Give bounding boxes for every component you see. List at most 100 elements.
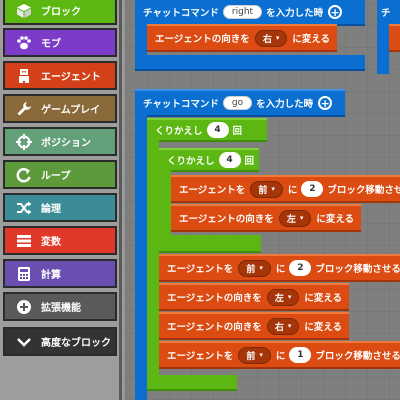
cat-label: モブ xyxy=(41,39,61,50)
repeat-loop-outer[interactable]: くりかえし 4 回 xyxy=(147,118,267,142)
chat-command-event-right[interactable]: チャットコマンド right を入力した時 + xyxy=(135,0,365,26)
caret-down-icon: ▾ xyxy=(259,264,263,272)
cat-logic[interactable]: 論理 xyxy=(3,193,117,222)
direction-dropdown[interactable]: 前 ▾ xyxy=(238,346,271,364)
dropdown-value: 前 xyxy=(258,185,268,196)
loop-count-input[interactable]: 4 xyxy=(218,152,241,168)
cat-label: 計算 xyxy=(41,270,61,281)
block-text: エージェントの向きを xyxy=(155,34,250,45)
steps-input[interactable]: 2 xyxy=(289,260,312,276)
event-suffix: を入力した時 xyxy=(256,99,314,110)
event-prefix: チャットコマンド xyxy=(143,99,219,110)
loop-label: くりかえし xyxy=(155,126,203,137)
direction-dropdown[interactable]: 左 ▾ xyxy=(278,209,312,227)
block-text: に xyxy=(275,264,286,275)
category-toolbox: ブロック モブ エージェント ゲームプレイ ポジション ループ 論理 変数 計算… xyxy=(0,0,122,400)
cat-label: ゲームプレイ xyxy=(41,105,101,116)
cat-label: ループ xyxy=(41,171,71,182)
block-text: ブロック移動させる xyxy=(315,351,400,362)
block-text: エージェントを xyxy=(167,264,234,275)
turn-agent-block[interactable]: エージェントの向きを 左 ▾ に変える xyxy=(171,204,361,232)
cat-label: ブロック xyxy=(41,7,81,18)
add-parameter-icon[interactable]: + xyxy=(328,5,343,19)
command-input[interactable]: go xyxy=(222,96,253,110)
block-text: ブロック移動させる xyxy=(327,185,400,196)
cat-math[interactable]: 計算 xyxy=(3,259,117,288)
turn-agent-block[interactable]: エージェントの向きを 右 ▾ に変える xyxy=(159,312,349,340)
block-text: エージェントを xyxy=(179,185,246,196)
plus-circle-icon xyxy=(15,298,33,316)
block-text: エージェントの向きを xyxy=(167,293,262,304)
cat-mobs[interactable]: モブ xyxy=(3,28,117,57)
cat-variables[interactable]: 変数 xyxy=(3,226,117,255)
move-agent-block[interactable]: エージェントを 前 ▾ に 1 ブロック移動させる xyxy=(159,341,400,369)
dropdown-value: 前 xyxy=(246,264,256,275)
cat-agent[interactable]: エージェント xyxy=(3,61,117,90)
direction-dropdown[interactable]: 前 ▾ xyxy=(250,180,283,198)
event-prefix-clipped: チ xyxy=(381,8,391,19)
caret-down-icon: ▾ xyxy=(275,34,280,42)
crosshair-icon xyxy=(15,133,33,151)
cat-advanced[interactable]: 高度なブロック xyxy=(3,327,117,356)
chevron-down-icon xyxy=(15,333,33,351)
direction-dropdown[interactable]: 左 ▾ xyxy=(266,288,300,306)
caret-down-icon: ▾ xyxy=(271,185,275,193)
block-text: エージェントの向きを xyxy=(167,322,262,333)
dropdown-value: 左 xyxy=(286,214,296,225)
outer-loop-footer xyxy=(147,375,237,391)
agent-icon xyxy=(15,67,33,85)
cat-extensions[interactable]: 拡張機能 xyxy=(3,292,117,321)
cat-gameplay[interactable]: ゲームプレイ xyxy=(3,94,117,123)
cat-label: 論理 xyxy=(41,204,61,215)
steps-input[interactable]: 1 xyxy=(289,347,312,363)
direction-dropdown[interactable]: 右 ▾ xyxy=(266,317,300,335)
clipped-action-block[interactable] xyxy=(389,24,400,52)
block-text: に変える xyxy=(304,293,343,304)
wrench-icon xyxy=(15,100,33,118)
block-text: エージェントの向きを xyxy=(179,214,274,225)
block-text: に xyxy=(275,351,286,362)
add-parameter-icon[interactable]: + xyxy=(318,96,333,110)
cat-loops[interactable]: ループ xyxy=(3,160,117,189)
event-prefix: チャットコマンド xyxy=(143,8,219,19)
loop-arrow-icon xyxy=(15,166,33,184)
move-agent-block[interactable]: エージェントを 前▾ に 2 ブロック移動させる xyxy=(159,254,400,282)
loop-unit: 回 xyxy=(232,126,243,137)
repeat-loop-inner[interactable]: くりかえし 4 回 xyxy=(159,148,259,172)
chat-command-event-clipped[interactable]: チ xyxy=(377,0,400,26)
outer-loop-arm xyxy=(147,140,159,390)
calculator-icon xyxy=(15,265,33,283)
caret-down-icon: ▾ xyxy=(299,214,304,222)
inner-loop-footer xyxy=(159,235,261,253)
event-suffix: を入力した時 xyxy=(266,8,324,19)
event-body-strip xyxy=(377,24,389,74)
cat-blocks[interactable]: ブロック xyxy=(3,0,117,25)
chat-command-event-go[interactable]: チャットコマンド go を入力した時 + xyxy=(135,89,345,117)
block-text: に変える xyxy=(316,214,355,225)
block-text: に変える xyxy=(292,34,331,45)
turn-agent-block[interactable]: エージェントの向きを 右 ▾ に変える xyxy=(147,24,337,52)
shuffle-icon xyxy=(15,199,33,217)
cat-position[interactable]: ポジション xyxy=(3,127,117,156)
cat-label: 拡張機能 xyxy=(41,303,81,314)
list-icon xyxy=(15,232,33,250)
code-workspace[interactable]: チャットコマンド right を入力した時 + エージェントの向きを 右 ▾ に変… xyxy=(125,0,400,400)
event-body-strip xyxy=(135,115,147,400)
direction-dropdown[interactable]: 右 ▾ xyxy=(254,29,288,47)
loop-count-input[interactable]: 4 xyxy=(206,122,229,138)
caret-down-icon: ▾ xyxy=(287,322,292,330)
direction-dropdown[interactable]: 前 ▾ xyxy=(238,259,271,277)
command-input[interactable]: right xyxy=(222,5,263,19)
loop-label: くりかえし xyxy=(167,156,215,167)
steps-input[interactable]: 2 xyxy=(301,181,324,197)
dropdown-value: 右 xyxy=(262,34,272,45)
block-text: ブロック移動させる xyxy=(315,264,400,275)
cat-label: 変数 xyxy=(41,237,61,248)
block-icon xyxy=(15,2,33,20)
dropdown-value: 前 xyxy=(246,351,256,362)
move-agent-block[interactable]: エージェントを 前▾ に 2 ブロック移動させる xyxy=(171,175,400,203)
block-text: に xyxy=(287,185,298,196)
turn-agent-block[interactable]: エージェントの向きを 左 ▾ に変える xyxy=(159,283,349,311)
caret-down-icon: ▾ xyxy=(287,293,292,301)
event-footer xyxy=(135,55,365,71)
